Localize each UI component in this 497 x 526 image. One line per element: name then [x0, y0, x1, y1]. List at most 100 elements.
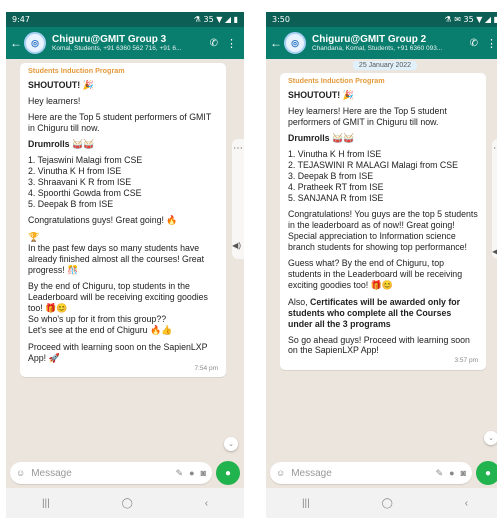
payment-icon[interactable]: ● — [449, 468, 454, 478]
speaker-icon[interactable]: ◀) — [232, 241, 241, 250]
call-icon[interactable]: ✆ — [470, 38, 478, 49]
confetti-icon: 🎊 — [67, 264, 79, 275]
chiguru-end-line: By the end of Chiguru, top students in t… — [28, 281, 218, 314]
group-avatar-icon[interactable]: ◎ — [284, 32, 306, 54]
scroll-down-icon[interactable]: ⌄ — [484, 431, 497, 445]
home-icon[interactable]: ◯ — [122, 498, 133, 509]
status-bar: 9:47 ⚗ 35 ▼ ◢ ▮ — [6, 12, 244, 27]
list-item: 3. Deepak B from ISE — [288, 171, 374, 182]
proceed-line: Proceed with learning soon on the Sapien… — [28, 342, 218, 364]
side-handle[interactable] — [492, 139, 497, 259]
phone-right: 3:50 ⚗ ✉ 35 ▼ ◢ ▮ ← ◎ Chiguru@GMIT Group… — [266, 12, 497, 518]
status-icons: ⚗ ✉ 35 ▼ ◢ ▮ — [444, 15, 497, 24]
more-dots-icon[interactable]: ⋯ — [493, 143, 497, 154]
list-item: 4. Pratheek RT from ISE — [288, 182, 384, 193]
intro-line: Here are the Top 5 student performers of… — [28, 112, 212, 134]
whos-up-line: So who's up for it from this group?? — [28, 314, 167, 325]
chat-members: Chandana, Komal, Students, +91 6360 093.… — [312, 45, 443, 52]
message-input[interactable]: ☺ Message ✎ ● ◙ — [10, 462, 212, 484]
also-prefix: Also, — [288, 296, 308, 307]
scroll-down-icon[interactable]: ⌄ — [224, 437, 238, 451]
attach-icon[interactable]: ✎ — [176, 468, 184, 479]
recent-apps-icon[interactable]: ||| — [42, 498, 50, 509]
fire-thumb-icon: 🔥👍 — [150, 325, 173, 336]
proceed-line: So go ahead guys! Proceed with learning … — [288, 334, 470, 356]
message-bubble[interactable]: Students Induction Program SHOUTOUT! 🎉 H… — [20, 63, 226, 377]
message-bubble[interactable]: Students Induction Program SHOUTOUT! 🎉 H… — [280, 73, 486, 370]
shoutout-text: SHOUTOUT! — [28, 80, 81, 90]
drumrolls-line: Drumrolls 🥁🥁 — [28, 139, 218, 150]
date-chip: 25 January 2022 — [352, 61, 418, 70]
congrats-line: Congratulations! You guys are the top 5 … — [288, 209, 478, 253]
gift-icon: 🎁😊 — [45, 303, 68, 314]
past-days-line: 🏆 In the past few days so many students h… — [28, 232, 218, 276]
back-arrow-icon[interactable]: ← — [10, 36, 22, 50]
recent-apps-icon[interactable]: ||| — [302, 498, 310, 509]
system-nav-bar: ||| ◯ ‹ — [266, 488, 497, 518]
intro-line: Hey learners! Here are the Top 5 student… — [288, 106, 447, 128]
shoutout-line: SHOUTOUT! 🎉 — [28, 80, 218, 91]
chat-members: Komal, Students, +91 6360 562 716, +91 6… — [52, 45, 182, 52]
mic-button[interactable]: ● — [216, 461, 240, 485]
message-input[interactable]: ☺ Message ✎ ● ◙ — [270, 462, 472, 484]
drumrolls-text: Drumrolls — [28, 139, 70, 150]
mic-button[interactable]: ● — [476, 461, 497, 485]
back-icon[interactable]: ‹ — [205, 498, 208, 509]
sender-name: Students Induction Program — [288, 76, 385, 85]
gift-icon: 🎁😊 — [370, 280, 394, 291]
chat-title: Chiguru@GMIT Group 2 — [312, 34, 427, 45]
system-nav-bar: ||| ◯ ‹ — [6, 488, 244, 518]
party-icon: 🎉 — [342, 90, 354, 100]
emoji-icon[interactable]: ☺ — [16, 468, 25, 478]
fire-icon: 🔥 — [166, 215, 178, 226]
back-icon[interactable]: ‹ — [465, 498, 468, 509]
emoji-icon[interactable]: ☺ — [276, 468, 285, 478]
ranking-list: 1. Tejaswini Malagi from CSE 2. Vinutha … — [28, 155, 218, 210]
list-item: 2. TEJASWINI R MALAGI Malagi from CSE — [288, 160, 458, 171]
chat-title-block[interactable]: Chiguru@GMIT Group 3 Komal, Students, +9… — [52, 34, 205, 52]
trophy-icon: 🏆 — [28, 231, 40, 242]
chat-area[interactable]: 25 January 2022 Students Induction Progr… — [266, 59, 497, 458]
status-bar: 3:50 ⚗ ✉ 35 ▼ ◢ ▮ — [266, 12, 497, 27]
home-icon[interactable]: ◯ — [382, 498, 393, 509]
list-item: 5. Deepak B from ISE — [28, 199, 114, 210]
greeting-line: Hey learners! — [28, 96, 81, 107]
speaker-icon[interactable]: ◀) — [492, 247, 497, 256]
list-item: 1. Tejaswini Malagi from CSE — [28, 155, 143, 166]
more-dots-icon[interactable]: ⋯ — [233, 143, 243, 154]
attach-icon[interactable]: ✎ — [436, 468, 444, 479]
lets-see-line: Let's see at the end of Chiguru 🔥👍 — [28, 325, 218, 336]
list-item: 1. Vinutha K H from ISE — [288, 149, 382, 160]
back-arrow-icon[interactable]: ← — [270, 36, 282, 50]
guess-line: Guess what? By the end of Chiguru, top s… — [288, 258, 478, 291]
phone-left: 9:47 ⚗ 35 ▼ ◢ ▮ ← ◎ Chiguru@GMIT Group 3… — [6, 12, 244, 518]
camera-icon[interactable]: ◙ — [201, 468, 206, 478]
chat-area[interactable]: Students Induction Program SHOUTOUT! 🎉 H… — [6, 59, 244, 458]
party-icon: 🎉 — [82, 80, 94, 90]
menu-icon[interactable]: ⋮ — [486, 37, 497, 50]
congrats-text: Congratulations guys! Great going! — [28, 215, 164, 226]
menu-icon[interactable]: ⋮ — [226, 37, 237, 50]
congrats-line: Congratulations guys! Great going! 🔥 — [28, 215, 218, 226]
message-placeholder: Message — [31, 467, 72, 479]
composer: ☺ Message ✎ ● ◙ ● — [270, 461, 497, 485]
status-time: 9:47 — [12, 15, 30, 24]
drum-icon: 🥁🥁 — [332, 133, 355, 144]
call-icon[interactable]: ✆ — [210, 38, 218, 49]
certificates-text: Certificates will be awarded only for st… — [288, 296, 461, 329]
sender-name: Students Induction Program — [28, 66, 125, 75]
shoutout-line: SHOUTOUT! 🎉 — [288, 90, 478, 101]
group-avatar-icon[interactable]: ◎ — [24, 32, 46, 54]
status-icons: ⚗ 35 ▼ ◢ ▮ — [193, 15, 238, 24]
payment-icon[interactable]: ● — [189, 468, 194, 478]
message-time: 7:54 pm — [194, 364, 219, 372]
camera-icon[interactable]: ◙ — [461, 468, 466, 478]
message-placeholder: Message — [291, 467, 332, 479]
message-time: 3:57 pm — [454, 357, 479, 365]
chat-title-block[interactable]: Chiguru@GMIT Group 2 Chandana, Komal, St… — [312, 34, 465, 52]
drumrolls-text: Drumrolls — [288, 133, 330, 144]
also-line: Also, Certificates will be awarded only … — [288, 297, 478, 330]
past-days-text: In the past few days so many students ha… — [28, 242, 205, 275]
list-item: 5. SANJANA R from ISE — [288, 193, 384, 204]
list-item: 3. Shraavani K R from ISE — [28, 177, 132, 188]
